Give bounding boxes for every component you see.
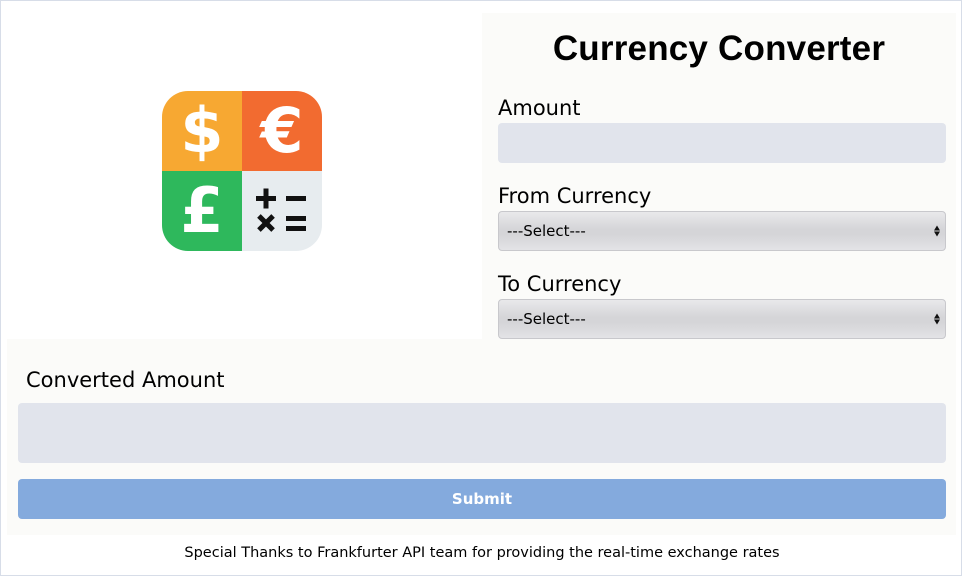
from-currency-label: From Currency [498, 184, 652, 208]
converted-amount-label: Converted Amount [26, 368, 225, 392]
euro-icon: € [242, 91, 322, 171]
currency-calculator-logo: $ € £ [162, 91, 322, 251]
amount-input[interactable] [498, 123, 946, 163]
to-currency-select[interactable]: ---Select--- [498, 299, 946, 339]
math-operators-icon [242, 171, 322, 251]
footer-credits: Special Thanks to Frankfurter API team f… [184, 545, 780, 561]
from-currency-selected: ---Select--- [507, 222, 586, 240]
dollar-icon: $ [162, 91, 242, 171]
to-currency-selected: ---Select--- [507, 310, 586, 328]
select-arrows-icon [934, 225, 940, 237]
converted-amount-field[interactable] [18, 403, 946, 463]
page-title: Currency Converter [552, 29, 886, 68]
app-frame: $ € £ Currency Converter Amount From Cur… [0, 0, 962, 576]
pound-icon: £ [162, 171, 242, 251]
amount-label: Amount [498, 96, 581, 120]
select-arrows-icon [934, 313, 940, 325]
to-currency-label: To Currency [498, 272, 622, 296]
submit-button[interactable]: Submit [18, 479, 946, 519]
from-currency-select[interactable]: ---Select--- [498, 211, 946, 251]
